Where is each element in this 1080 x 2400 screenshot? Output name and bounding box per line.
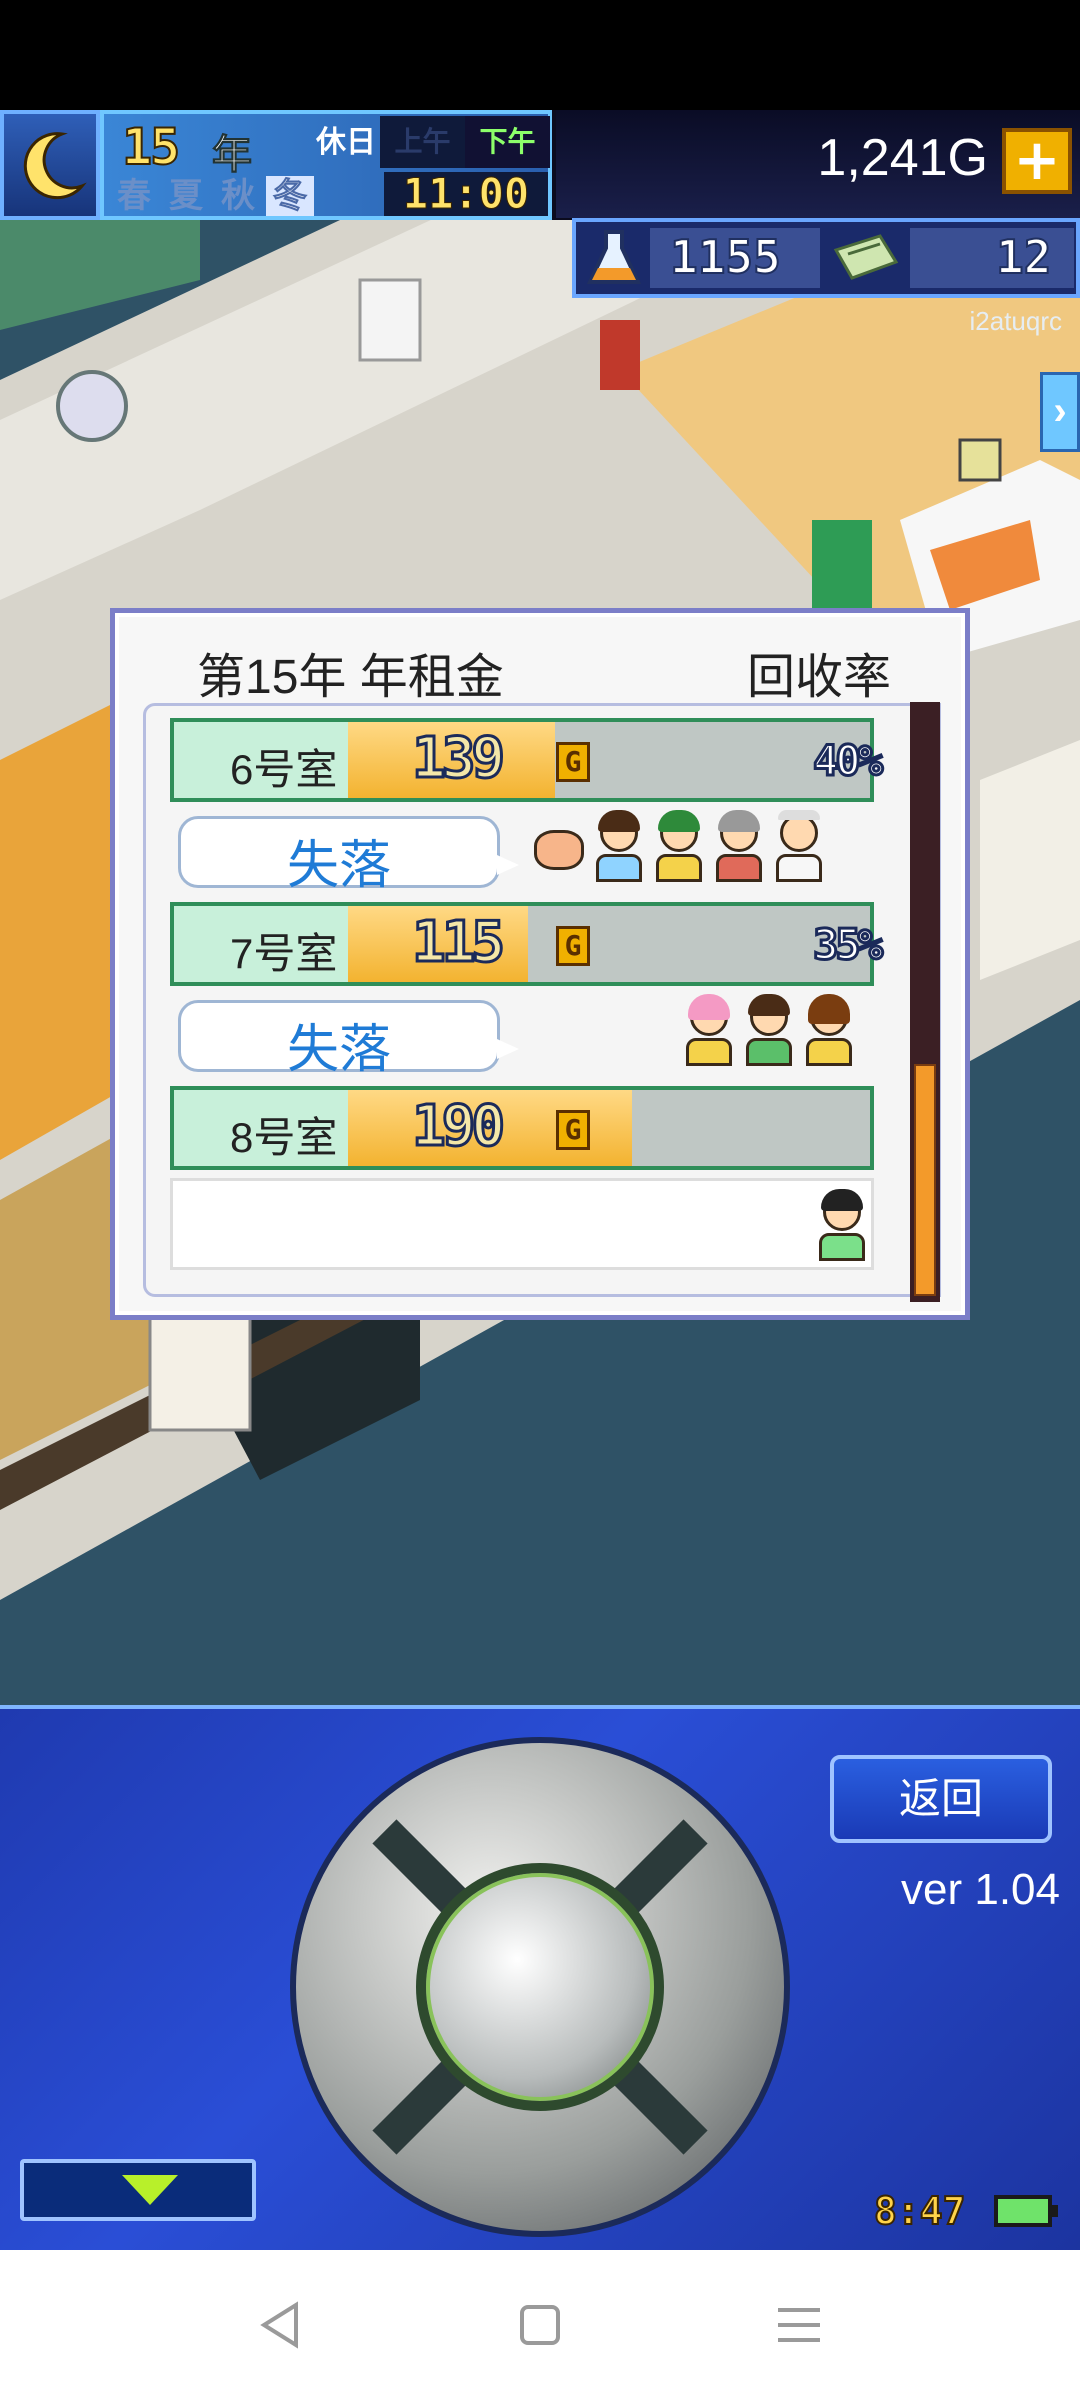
controller-panel: 返回 ver 1.04 8:47 — [0, 1705, 1080, 2250]
room-row[interactable]: 8号室 190 G — [170, 1086, 874, 1170]
rent-amount: 190 — [410, 1093, 506, 1161]
room-list[interactable]: 6号室 40% 139 G 失落 7号室 35% 115 G 失落 8号室 19… — [143, 702, 941, 1302]
season-summer: 夏 — [169, 176, 203, 216]
top-hud: 15 年 春 夏 秋 冬 休日 上午 下午 11:00 1,241G + — [0, 110, 1080, 220]
room-label: 8号室 — [230, 1114, 338, 1161]
rent-amount: 139 — [410, 725, 506, 793]
money-amount: 1,241G — [817, 129, 988, 187]
version-label: ver 1.04 — [901, 1865, 1060, 1914]
status-bubble: 失落 — [178, 816, 519, 895]
room-label: 7号室 — [230, 930, 338, 977]
resource-bar: 1155 12 — [572, 218, 1080, 298]
tenant-avatar — [813, 1189, 869, 1261]
tenant-avatar — [680, 994, 736, 1066]
season-winter: 冬 — [266, 176, 314, 217]
rent-amount: 115 — [410, 909, 506, 977]
status-bubble: 失落 — [178, 1000, 519, 1079]
tenant-row: 失落 — [170, 994, 874, 1079]
pig-icon — [534, 830, 584, 870]
research-points: 1155 — [669, 229, 782, 285]
tenant-avatar — [740, 994, 796, 1066]
back-triangle-icon[interactable] — [246, 2290, 316, 2360]
am-pm-indicator: 上午 下午 — [380, 116, 550, 168]
tenant-row — [170, 1178, 874, 1270]
day-type: 休日 — [316, 125, 376, 160]
watermark-text: i2atuqrc — [969, 306, 1063, 336]
research-flask-icon — [586, 230, 642, 284]
battery-icon — [994, 2195, 1058, 2227]
am-label: 上午 — [394, 125, 451, 158]
tenant-avatar — [650, 810, 706, 882]
status-bar — [0, 0, 1080, 110]
tenant-avatar — [590, 810, 646, 882]
tenant-avatar — [770, 810, 826, 882]
season-autumn: 秋 — [221, 176, 255, 216]
tenant-avatar — [800, 994, 856, 1066]
season-spring: 春 — [117, 176, 151, 216]
gold-unit-badge: G — [556, 1110, 590, 1150]
room-label: 6号室 — [230, 746, 338, 793]
annual-rent-dialog: 第15年 年租金 回收率 6号室 40% 139 G 失落 7号室 35% 11… — [110, 608, 970, 1320]
dpad-center-button[interactable] — [416, 1863, 664, 2111]
room-row[interactable]: 6号室 40% 139 G — [170, 718, 884, 802]
android-nav-bar — [0, 2250, 1080, 2400]
year-unit: 年 — [212, 132, 253, 179]
menu-lines-icon[interactable] — [764, 2290, 834, 2360]
directional-pad[interactable] — [290, 1737, 790, 2237]
gold-unit-badge: G — [556, 742, 590, 782]
menu-toggle-button[interactable] — [20, 2159, 256, 2221]
ticket-icon — [833, 234, 899, 280]
scrollbar-thumb[interactable] — [914, 1064, 936, 1296]
pet-pig-avatar — [530, 810, 586, 882]
recovery-rate-header: 回收率 — [746, 651, 891, 704]
time-of-day-box — [0, 110, 100, 220]
recovery-rate: 40% — [812, 735, 885, 787]
tenant-row: 失落 — [170, 810, 874, 895]
year-number: 15 — [121, 117, 181, 177]
status-text: 失落 — [286, 1021, 391, 1079]
status-text: 失落 — [286, 837, 391, 895]
moon-icon — [23, 132, 87, 200]
side-panel-arrow-button[interactable]: › — [1040, 372, 1080, 452]
list-scrollbar[interactable] — [910, 702, 940, 1302]
back-button[interactable]: 返回 — [830, 1755, 1052, 1843]
money-display: 1,241G + — [556, 110, 1080, 218]
home-square-icon[interactable] — [505, 2290, 575, 2360]
ticket-count: 12 — [995, 229, 1052, 285]
dialog-title: 第15年 年租金 — [197, 651, 504, 704]
add-money-button[interactable]: + — [1002, 128, 1072, 194]
system-time: 8:47 — [873, 2188, 967, 2234]
season-list: 春 夏 秋 冬 — [110, 176, 314, 217]
room-row[interactable]: 7号室 35% 115 G — [170, 902, 884, 986]
gold-unit-badge: G — [556, 926, 590, 966]
game-clock: 11:00 — [384, 171, 548, 216]
tenant-avatar — [710, 810, 766, 882]
recovery-rate: 35% — [812, 919, 885, 971]
calendar-box: 15 年 春 夏 秋 冬 休日 上午 下午 11:00 — [100, 110, 552, 220]
pm-label: 下午 — [465, 116, 550, 168]
chevron-down-icon — [122, 2175, 178, 2205]
